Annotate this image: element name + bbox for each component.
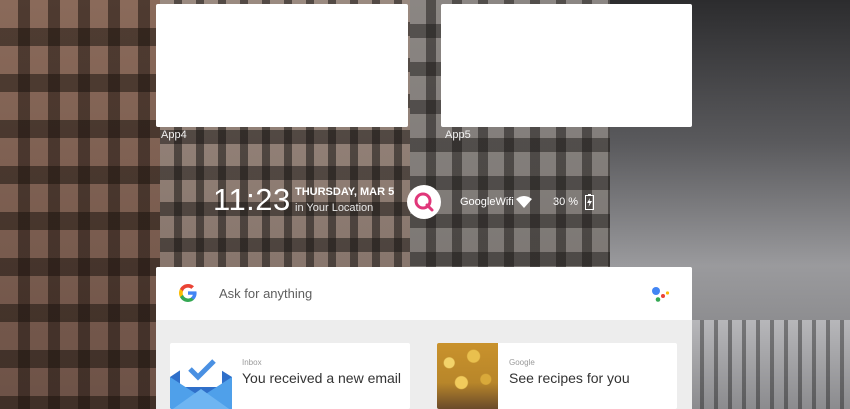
recipes-card-source: Google (509, 358, 535, 367)
recipes-card[interactable]: Google See recipes for you (437, 343, 677, 409)
app4-tile[interactable] (156, 4, 408, 127)
wallpaper-building-right (690, 320, 850, 409)
inbox-card[interactable]: Inbox You received a new email (170, 343, 410, 409)
date-label: THURSDAY, MAR 5 (295, 186, 395, 198)
wallpaper-building-left (0, 0, 160, 409)
wifi-icon (516, 196, 532, 208)
battery-level: 30 % (553, 196, 579, 208)
inbox-card-source: Inbox (242, 358, 262, 367)
wifi-name: GoogleWifi (460, 196, 514, 208)
assistant-q-icon (414, 192, 434, 212)
inbox-card-title: You received a new email (242, 370, 402, 386)
search-bar[interactable]: Ask for anything (156, 267, 692, 320)
app5-label: App5 (445, 129, 471, 141)
app5-tile[interactable] (441, 4, 692, 127)
location-label: in Your Location (295, 202, 374, 214)
google-assistant-icon[interactable] (651, 284, 671, 304)
recipe-thumbnail (437, 343, 498, 409)
search-input[interactable]: Ask for anything (219, 286, 312, 301)
inbox-envelope-icon (170, 353, 232, 409)
clock: 11:23 (213, 182, 291, 217)
app4-label: App4 (161, 129, 187, 141)
google-feed-panel: Ask for anything Inbox You received a ne… (156, 267, 692, 409)
google-g-icon (179, 284, 197, 302)
recipes-card-title: See recipes for you (509, 370, 630, 386)
assistant-button[interactable] (407, 185, 441, 219)
battery-charging-icon (585, 194, 594, 210)
